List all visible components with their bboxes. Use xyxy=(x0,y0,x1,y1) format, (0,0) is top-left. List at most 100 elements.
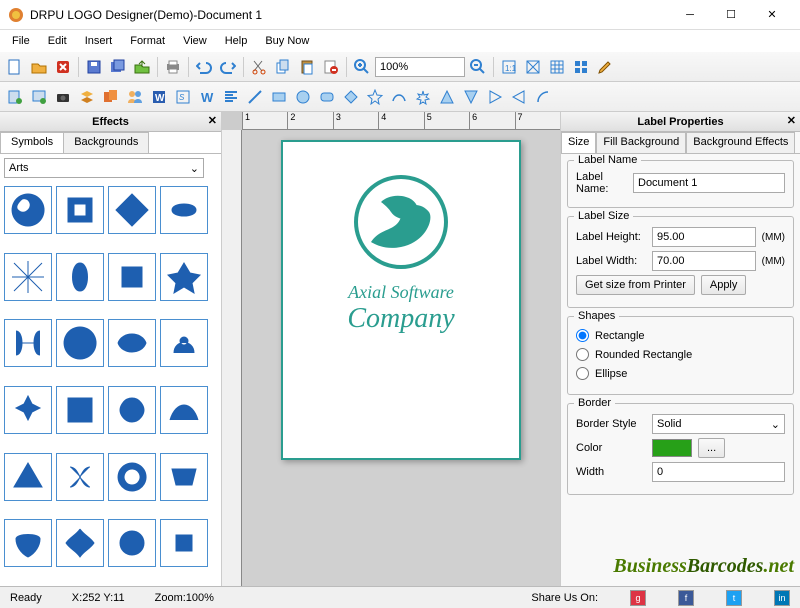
symbol-item[interactable] xyxy=(108,319,156,367)
menu-view[interactable]: View xyxy=(175,33,215,49)
category-dropdown[interactable]: Arts⌄ xyxy=(4,158,204,178)
symbol-item[interactable] xyxy=(4,519,52,567)
triangle-down-icon[interactable] xyxy=(460,86,482,108)
symbol-item[interactable] xyxy=(4,186,52,234)
symbol-item[interactable] xyxy=(160,519,208,567)
menu-insert[interactable]: Insert xyxy=(77,33,121,49)
menu-buy-now[interactable]: Buy Now xyxy=(257,33,317,49)
copy-icon[interactable] xyxy=(272,56,294,78)
tab-background-effects[interactable]: Background Effects xyxy=(686,132,795,153)
symbol-item[interactable] xyxy=(108,253,156,301)
zoom-out-icon[interactable] xyxy=(467,56,489,78)
design-canvas[interactable]: Axial Software Company xyxy=(281,140,521,460)
actual-size-icon[interactable] xyxy=(522,56,544,78)
new-icon[interactable] xyxy=(4,56,26,78)
apply-button[interactable]: Apply xyxy=(701,275,747,295)
social-twitter-icon[interactable]: t xyxy=(726,590,742,606)
symbol-item[interactable] xyxy=(56,453,104,501)
paste-icon[interactable] xyxy=(296,56,318,78)
text-tool-icon[interactable]: W xyxy=(196,86,218,108)
fit-icon[interactable]: 1:1 xyxy=(498,56,520,78)
color-picker-button[interactable]: ... xyxy=(698,438,725,458)
undo-icon[interactable] xyxy=(193,56,215,78)
add-object-icon[interactable] xyxy=(4,86,26,108)
triangle-right-icon[interactable] xyxy=(484,86,506,108)
minimize-button[interactable]: ─ xyxy=(670,1,710,29)
symbol-item[interactable] xyxy=(4,319,52,367)
grid4-icon[interactable] xyxy=(570,56,592,78)
open-icon[interactable] xyxy=(28,56,50,78)
zoom-combobox[interactable] xyxy=(375,57,465,77)
symbol-item[interactable] xyxy=(4,386,52,434)
tab-symbols[interactable]: Symbols xyxy=(0,132,64,153)
menu-file[interactable]: File xyxy=(4,33,38,49)
save-icon[interactable] xyxy=(83,56,105,78)
arc-icon[interactable] xyxy=(532,86,554,108)
symbol-item[interactable] xyxy=(108,386,156,434)
print-icon[interactable] xyxy=(162,56,184,78)
social-gplus-icon[interactable]: g xyxy=(630,590,646,606)
symbol-item[interactable] xyxy=(108,186,156,234)
properties-close-icon[interactable]: ✕ xyxy=(787,114,796,127)
burst-icon[interactable] xyxy=(412,86,434,108)
circle-tool-icon[interactable] xyxy=(292,86,314,108)
effects-close-icon[interactable]: ✕ xyxy=(208,114,217,127)
globe-logo-icon[interactable] xyxy=(351,172,451,272)
social-facebook-icon[interactable]: f xyxy=(678,590,694,606)
group-icon[interactable] xyxy=(100,86,122,108)
canvas-text-line2[interactable]: Company xyxy=(347,303,454,335)
menu-help[interactable]: Help xyxy=(217,33,256,49)
add-image-icon[interactable] xyxy=(28,86,50,108)
label-height-input[interactable] xyxy=(652,227,756,247)
label-name-input[interactable] xyxy=(633,173,785,193)
canvas-text-line1[interactable]: Axial Software xyxy=(348,282,454,303)
align-icon[interactable] xyxy=(220,86,242,108)
symbol-item[interactable] xyxy=(160,253,208,301)
symbol-item[interactable] xyxy=(108,453,156,501)
shape-rounded-rectangle[interactable]: Rounded Rectangle xyxy=(576,348,785,361)
label-width-input[interactable] xyxy=(652,251,756,271)
tab-backgrounds[interactable]: Backgrounds xyxy=(63,132,149,153)
menu-edit[interactable]: Edit xyxy=(40,33,75,49)
star-icon[interactable] xyxy=(364,86,386,108)
tab-size[interactable]: Size xyxy=(561,132,596,153)
triangle-left-icon[interactable] xyxy=(508,86,530,108)
tab-fill-background[interactable]: Fill Background xyxy=(596,132,686,153)
symbol-item[interactable] xyxy=(56,386,104,434)
symbol-item[interactable] xyxy=(56,319,104,367)
shape-ellipse[interactable]: Ellipse xyxy=(576,367,785,380)
symbol-item[interactable] xyxy=(4,253,52,301)
diamond-icon[interactable] xyxy=(340,86,362,108)
redo-icon[interactable] xyxy=(217,56,239,78)
symbol-item[interactable] xyxy=(4,453,52,501)
color-edit-icon[interactable] xyxy=(594,56,616,78)
get-size-button[interactable]: Get size from Printer xyxy=(576,275,695,295)
symbol-item[interactable] xyxy=(56,253,104,301)
curve-shape-icon[interactable] xyxy=(388,86,410,108)
symbol-item[interactable] xyxy=(108,519,156,567)
zoom-in-icon[interactable] xyxy=(351,56,373,78)
close-button[interactable]: ✕ xyxy=(752,1,792,29)
line-tool-icon[interactable] xyxy=(244,86,266,108)
delete-icon[interactable] xyxy=(52,56,74,78)
triangle-up-icon[interactable] xyxy=(436,86,458,108)
maximize-button[interactable]: ☐ xyxy=(711,1,751,29)
shape-rectangle[interactable]: Rectangle xyxy=(576,329,785,342)
users-icon[interactable] xyxy=(124,86,146,108)
symbol-item[interactable] xyxy=(56,519,104,567)
remove-icon[interactable] xyxy=(320,56,342,78)
symbol-item[interactable] xyxy=(160,386,208,434)
border-width-input[interactable] xyxy=(652,462,785,482)
export-icon[interactable] xyxy=(131,56,153,78)
border-style-dropdown[interactable]: Solid⌄ xyxy=(652,414,785,434)
social-linkedin-icon[interactable]: in xyxy=(774,590,790,606)
rounded-rect-icon[interactable] xyxy=(316,86,338,108)
canvas-viewport[interactable]: Axial Software Company xyxy=(242,130,560,586)
symbol-item[interactable] xyxy=(160,186,208,234)
word-icon[interactable]: W xyxy=(148,86,170,108)
menu-format[interactable]: Format xyxy=(122,33,173,49)
camera-icon[interactable] xyxy=(52,86,74,108)
layers-icon[interactable] xyxy=(76,86,98,108)
symbol-item[interactable] xyxy=(160,453,208,501)
save-as-icon[interactable] xyxy=(107,56,129,78)
